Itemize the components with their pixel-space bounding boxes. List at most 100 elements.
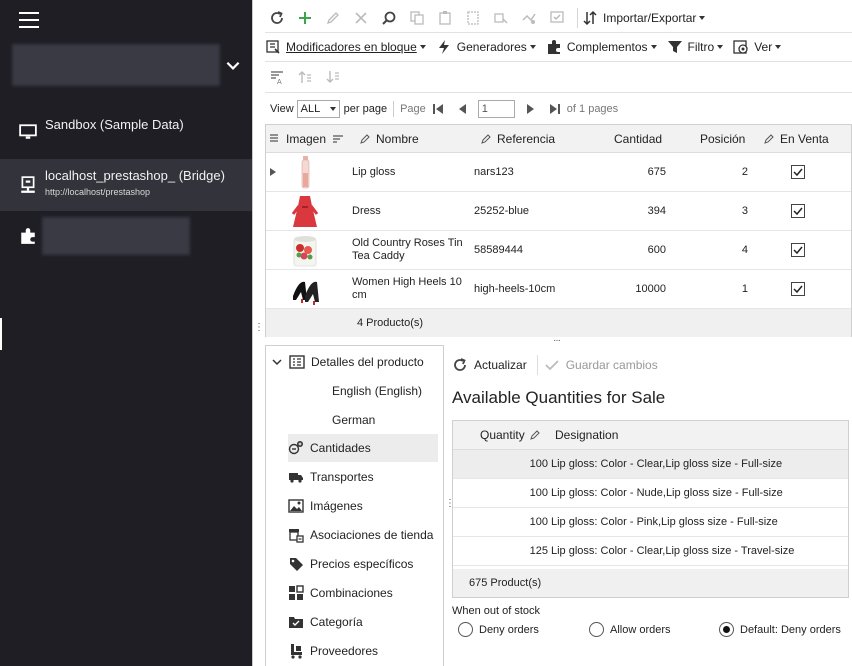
product-thumbnail — [291, 196, 319, 227]
copy-icon[interactable] — [405, 6, 429, 30]
delete-icon[interactable] — [349, 6, 373, 30]
tree-item-carriers[interactable]: Transportes — [288, 463, 460, 491]
tree-item-specific-prices[interactable]: Precios específicos — [288, 550, 460, 578]
move-down-icon[interactable] — [321, 65, 345, 89]
table-row[interactable]: 100 Lip gloss: Color - Pink,Lip gloss si… — [453, 508, 848, 537]
on-sale-checkbox[interactable] — [791, 243, 805, 257]
refresh-button[interactable]: Actualizar — [452, 357, 527, 373]
product-count: 675 Product(s) — [469, 577, 542, 589]
on-sale-checkbox[interactable] — [791, 165, 805, 179]
column-image-label: Imagen — [286, 132, 327, 146]
category-icon — [289, 617, 303, 628]
addons-label: Complementos — [566, 40, 648, 54]
connection-localhost[interactable]: localhost_prestashop_ (Bridge) http://lo… — [0, 159, 252, 211]
duplicate-icon[interactable] — [461, 6, 485, 30]
filter-menu[interactable]: Filtro — [667, 39, 724, 55]
tree-item-category[interactable]: Categoría — [288, 608, 460, 636]
column-on-sale[interactable]: En Venta — [763, 132, 829, 146]
column-designation[interactable]: Designation — [555, 428, 618, 442]
tree-item-label: Transportes — [310, 470, 374, 484]
deny-orders-radio[interactable]: Deny orders — [458, 622, 539, 637]
on-sale-checkbox[interactable] — [791, 204, 805, 218]
combinations-icon — [289, 585, 304, 600]
table-row[interactable]: Women High Heels 10 cm high-heels-10cm 1… — [266, 270, 851, 309]
mass-action-icon[interactable] — [517, 6, 541, 30]
view-menu[interactable]: Ver — [733, 39, 782, 55]
per-page-select[interactable]: ALL — [296, 100, 340, 118]
detail-tree: Detalles del producto English (English) … — [265, 345, 444, 666]
column-quantity[interactable]: Quantity — [480, 428, 525, 442]
image-icon — [288, 499, 304, 513]
table-row[interactable]: Old Country Roses Tin Tea Caddy 58589444… — [266, 231, 851, 270]
tree-item-images[interactable]: Imágenes — [288, 492, 460, 520]
page-number-input[interactable]: 1 — [477, 100, 515, 118]
paste-icon[interactable] — [433, 6, 457, 30]
chevron-down-icon — [272, 359, 282, 366]
monitor-icon — [19, 124, 37, 139]
details-icon — [289, 355, 305, 369]
connection-url: http://localhost/prestashop — [45, 187, 151, 197]
refresh-icon[interactable] — [265, 6, 289, 30]
quantities-icon — [288, 441, 303, 455]
sidebar: Sandbox (Sample Data) localhost_prestash… — [0, 0, 252, 666]
row-quantity: 100 — [529, 516, 548, 528]
toolbar-row-actions: Importar/Exportar — [265, 5, 715, 31]
puzzle-icon — [21, 228, 35, 244]
suppliers-icon — [291, 644, 302, 659]
hamburger-menu-icon[interactable] — [19, 12, 39, 28]
sort-format-icon[interactable]: A — [265, 65, 289, 89]
tree-item-combinations[interactable]: Combinaciones — [288, 579, 460, 607]
filter-label: Filtro — [687, 40, 715, 54]
column-position[interactable]: Posición — [700, 132, 745, 146]
column-name[interactable]: Nombre — [359, 132, 419, 146]
tree-item-quantities[interactable]: Cantidades — [288, 434, 438, 462]
tree-item-store-associations[interactable]: Asociaciones de tienda — [288, 521, 460, 549]
page-count: of 1 pages — [566, 103, 619, 115]
table-row[interactable]: 100 Lip gloss: Color - Clear,Lip gloss s… — [453, 450, 848, 479]
table-row[interactable]: Dress 25252-blue 394 3 — [266, 192, 851, 231]
move-icon[interactable] — [489, 6, 513, 30]
column-quantity[interactable]: Cantidad — [614, 132, 662, 146]
default-deny-orders-radio[interactable]: Default: Deny orders — [719, 622, 841, 637]
next-page-icon[interactable] — [524, 102, 538, 116]
add-icon[interactable] — [293, 6, 317, 30]
resize-handle[interactable] — [0, 318, 2, 350]
addons-menu[interactable]: Complementos — [546, 39, 657, 55]
tree-item-details[interactable]: Detalles del producto — [272, 348, 444, 376]
row-quantity: 100 — [529, 458, 548, 470]
import-export-label: Importar/Exportar — [603, 11, 697, 25]
splitter-grip[interactable]: ⋮ — [254, 322, 264, 333]
column-reference[interactable]: Referencia — [480, 132, 555, 146]
approve-icon[interactable] — [545, 6, 569, 30]
checkmark-icon — [545, 360, 559, 371]
allow-orders-radio[interactable]: Allow orders — [589, 622, 671, 637]
table-row[interactable]: 100 Lip gloss: Color - Nude,Lip gloss si… — [453, 479, 848, 508]
save-changes-button[interactable]: Guardar cambios — [544, 357, 658, 373]
grid-menu-icon[interactable] — [270, 134, 283, 142]
bulk-modifiers-menu[interactable]: Modificadores en bloque — [265, 39, 426, 55]
chevron-down-icon[interactable] — [224, 56, 242, 74]
search-icon[interactable] — [377, 6, 401, 30]
server-icon — [21, 176, 35, 193]
product-position: 2 — [741, 166, 748, 178]
table-row[interactable]: Lip gloss nars123 675 2 — [266, 153, 851, 192]
tree-item-suppliers[interactable]: Proveedores — [288, 637, 460, 665]
product-reference: high-heels-10cm — [474, 283, 556, 295]
prev-page-icon[interactable] — [455, 102, 469, 116]
product-reference: 25252-blue — [474, 205, 530, 217]
table-row[interactable]: 125 Lip gloss: Color - Clear,Lip gloss s… — [453, 537, 848, 566]
last-page-icon[interactable] — [548, 102, 562, 116]
column-image[interactable]: Imagen — [286, 132, 349, 146]
import-export-menu[interactable]: Importar/Exportar — [582, 10, 706, 26]
connection-blurred[interactable] — [42, 217, 190, 255]
account-selector[interactable] — [12, 44, 220, 86]
generators-menu[interactable]: Generadores — [436, 39, 536, 55]
product-position: 3 — [741, 205, 748, 217]
on-sale-checkbox[interactable] — [791, 282, 805, 296]
first-page-icon[interactable] — [431, 102, 445, 116]
connection-sandbox[interactable]: Sandbox (Sample Data) — [0, 100, 252, 152]
edit-column-icon — [530, 430, 540, 440]
move-up-icon[interactable] — [293, 65, 317, 89]
edit-icon[interactable] — [321, 6, 345, 30]
column-quantity-label: Cantidad — [614, 132, 663, 146]
